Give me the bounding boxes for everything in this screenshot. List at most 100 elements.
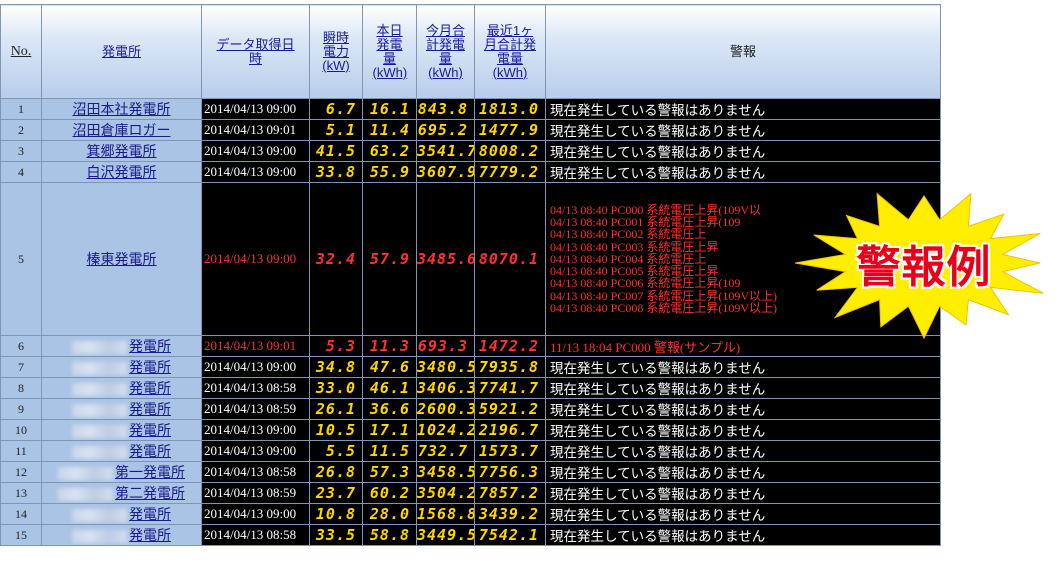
station-name-cell: 第二発電所 [41,482,202,504]
today-generation-value: 47.6 [362,356,417,378]
station-link[interactable]: 第二発電所 [115,485,185,501]
station-link[interactable]: 発電所 [129,527,171,543]
table-row: 7 発電所 2014/04/13 09:00 34.8 47.6 3480.5 7935.8… [0,356,941,378]
month-generation-value: 3449.5 [416,524,475,546]
alert-cell: 現在発生している警報はありません [545,140,941,162]
station-name-cell: 箕郷発電所 [41,140,202,162]
data-timestamp: 2014/04/13 08:58 [201,377,310,399]
alert-example-burst: 警報例 [793,182,1055,344]
month-generation-value: 843.8 [416,98,475,120]
data-timestamp: 2014/04/13 09:00 [201,182,310,336]
month-generation-value: 2600.3 [416,398,475,420]
header-row: No. 発電所 データ取得日時 瞬時電力 (kW) 本日発電量 (kWh) 今月合計… [0,4,941,99]
table-row: 8 発電所 2014/04/13 08:58 33.0 46.1 3406.3 7741.7… [0,377,941,399]
instant-power-value: 33.0 [309,377,363,399]
station-link[interactable]: 白沢発電所 [87,164,157,180]
header-no: No. [0,4,42,99]
station-link[interactable]: 榛東発電所 [87,251,157,267]
redacted-name [72,508,127,522]
station-link[interactable]: 発電所 [129,401,171,417]
instant-power-value: 26.8 [309,461,363,483]
station-link[interactable]: 発電所 [129,380,171,396]
header-station[interactable]: 発電所 [41,4,202,99]
redacted-name [72,340,127,354]
station-link[interactable]: 箕郷発電所 [87,143,157,159]
redacted-name [72,529,127,543]
instant-power-value: 6.7 [309,98,363,120]
alert-cell: 現在発生している警報はありません [545,377,941,399]
month-generation-value: 3406.3 [416,377,475,399]
alert-cell: 現在発生している警報はありません [545,503,941,525]
row-number: 1 [0,98,42,120]
station-name-cell: 沼田本社発電所 [41,98,202,120]
alert-cell: 現在発生している警報はありません [545,356,941,378]
station-link[interactable]: 発電所 [129,359,171,375]
instant-power-value: 26.1 [309,398,363,420]
station-name-cell: 発電所 [41,440,202,462]
station-link[interactable]: 発電所 [129,506,171,522]
table-row: 15 発電所 2014/04/13 08:58 33.5 58.8 3449.5 7542.… [0,524,941,546]
redacted-name [72,382,127,396]
row-number: 11 [0,440,42,462]
station-name-cell: 発電所 [41,335,202,357]
row-number: 5 [0,182,42,336]
station-link[interactable]: 発電所 [129,338,171,354]
today-generation-value: 17.1 [362,419,417,441]
today-generation-value: 28.0 [362,503,417,525]
row-number: 10 [0,419,42,441]
station-link[interactable]: 発電所 [129,443,171,459]
today-generation-value: 11.4 [362,119,417,141]
today-generation-value: 58.8 [362,524,417,546]
recent-generation-value: 1813.0 [474,98,546,120]
header-instant-power[interactable]: 瞬時電力 (kW) [309,4,363,99]
data-timestamp: 2014/04/13 09:00 [201,161,310,183]
table-row: 11 発電所 2014/04/13 09:00 5.5 11.5 732.7 1573.7 現… [0,440,941,462]
station-name-cell: 発電所 [41,377,202,399]
recent-generation-value: 7542.1 [474,524,546,546]
data-timestamp: 2014/04/13 09:00 [201,356,310,378]
header-month-generation[interactable]: 今月合計発電量 (kWh) [416,4,475,99]
data-timestamp: 2014/04/13 09:00 [201,140,310,162]
instant-power-value: 33.5 [309,524,363,546]
data-timestamp: 2014/04/13 08:59 [201,482,310,504]
data-timestamp: 2014/04/13 09:00 [201,419,310,441]
station-link[interactable]: 発電所 [129,422,171,438]
header-date[interactable]: データ取得日時 [201,4,310,99]
table-row: 9 発電所 2014/04/13 08:59 26.1 36.6 2600.3 5921.2… [0,398,941,420]
station-name-cell: 発電所 [41,356,202,378]
month-generation-value: 3607.9 [416,161,475,183]
station-name-cell: 榛東発電所 [41,182,202,336]
month-generation-value: 3458.5 [416,461,475,483]
row-number: 15 [0,524,42,546]
station-link[interactable]: 沼田倉庫ロガー [73,122,171,138]
recent-generation-value: 1477.9 [474,119,546,141]
today-generation-value: 11.3 [362,335,417,357]
table-row: 4 白沢発電所 2014/04/13 09:00 33.8 55.9 3607.9 7779… [0,161,941,183]
data-timestamp: 2014/04/13 09:00 [201,440,310,462]
header-today-generation[interactable]: 本日発電量 (kWh) [362,4,417,99]
today-generation-value: 57.9 [362,182,417,336]
data-timestamp: 2014/04/13 09:01 [201,335,310,357]
recent-generation-value: 5921.2 [474,398,546,420]
header-recent-generation[interactable]: 最近1ヶ月合計発電量 (kWh) [474,4,546,99]
month-generation-value: 1568.8 [416,503,475,525]
station-name-cell: 沼田倉庫ロガー [41,119,202,141]
month-generation-value: 3504.2 [416,482,475,504]
row-number: 3 [0,140,42,162]
recent-generation-value: 7756.3 [474,461,546,483]
station-name-cell: 第一発電所 [41,461,202,483]
station-name-cell: 発電所 [41,524,202,546]
station-name-cell: 発電所 [41,398,202,420]
table-row: 13 第二発電所 2014/04/13 08:59 23.7 60.2 3504.2 785… [0,482,941,504]
row-number: 12 [0,461,42,483]
instant-power-value: 23.7 [309,482,363,504]
station-link[interactable]: 沼田本社発電所 [73,101,171,117]
data-timestamp: 2014/04/13 08:58 [201,461,310,483]
recent-generation-value: 7779.2 [474,161,546,183]
instant-power-value: 10.8 [309,503,363,525]
station-link[interactable]: 第一発電所 [115,464,185,480]
alert-cell: 現在発生している警報はありません [545,98,941,120]
instant-power-value: 33.8 [309,161,363,183]
table-row: 3 箕郷発電所 2014/04/13 09:00 41.5 63.2 3541.7 8008… [0,140,941,162]
alert-cell: 現在発生している警報はありません [545,398,941,420]
